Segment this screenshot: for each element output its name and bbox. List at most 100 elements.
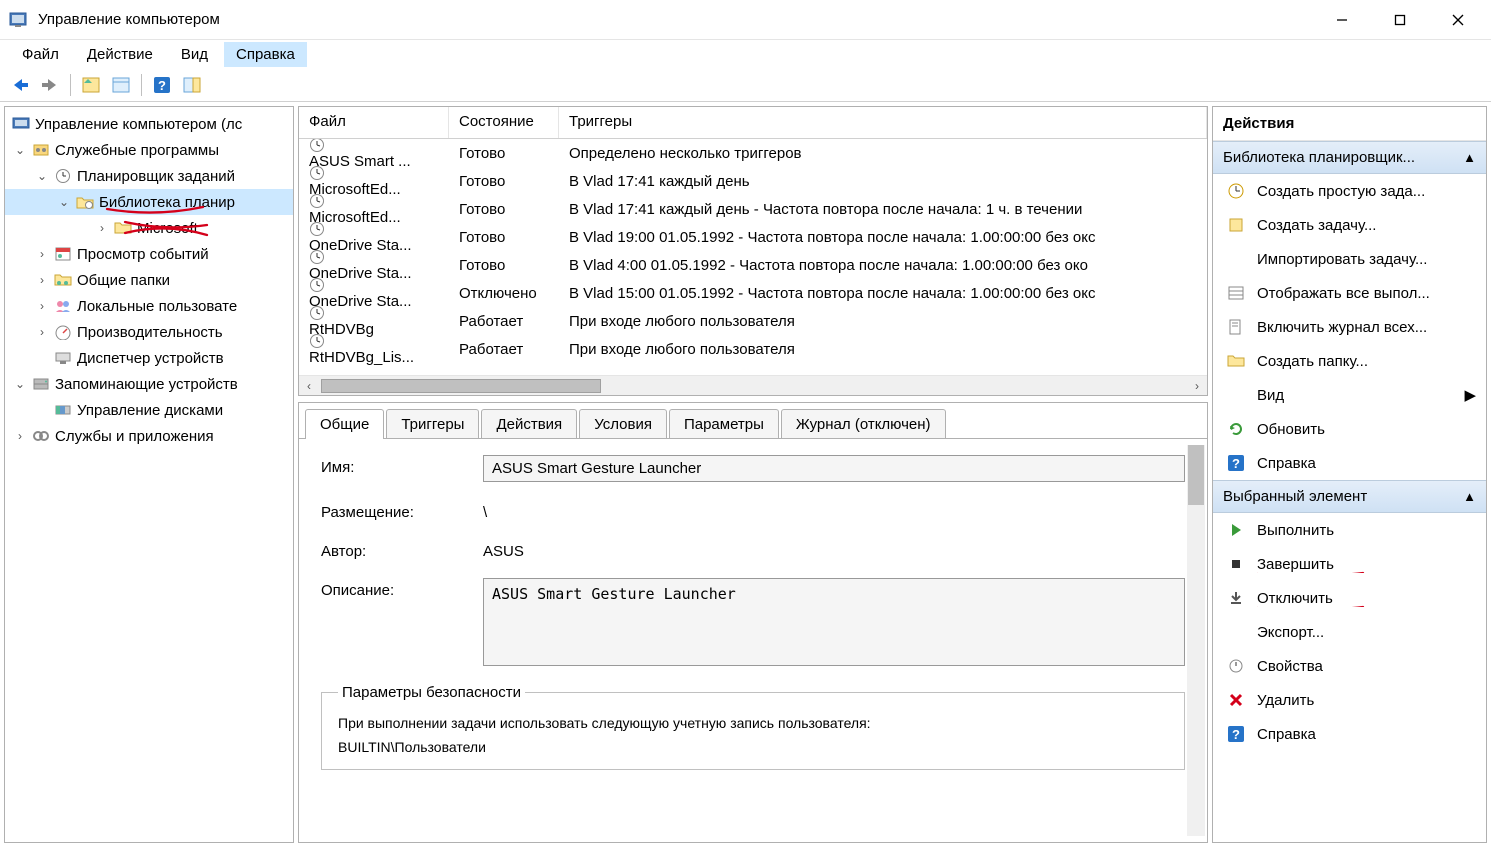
chevron-right-icon[interactable]: › xyxy=(35,299,49,313)
chevron-down-icon[interactable]: ⌄ xyxy=(13,377,27,391)
actions-group-selected[interactable]: Выбранный элемент ▲ xyxy=(1213,480,1486,513)
shared-folder-icon xyxy=(53,271,73,289)
help-button[interactable]: ? xyxy=(148,71,176,99)
action-create-basic-task[interactable]: Создать простую зада... xyxy=(1213,174,1486,208)
action-refresh[interactable]: Обновить xyxy=(1213,412,1486,446)
tab-history[interactable]: Журнал (отключен) xyxy=(781,409,946,439)
menu-view[interactable]: Вид xyxy=(169,42,220,67)
chevron-down-icon[interactable]: ⌄ xyxy=(57,195,71,209)
action-properties[interactable]: Свойства xyxy=(1213,649,1486,683)
task-row[interactable]: RtHDVBgРаботаетПри входе любого пользова… xyxy=(299,307,1207,335)
tree-microsoft[interactable]: ›Microsoft xyxy=(5,215,293,241)
security-legend: Параметры безопасности xyxy=(338,684,525,701)
enable-log-icon xyxy=(1227,318,1245,336)
task-state: Работает xyxy=(449,341,559,358)
actions-group-label: Выбранный элемент xyxy=(1223,488,1367,505)
action-export[interactable]: Экспорт... xyxy=(1213,615,1486,649)
chevron-down-icon[interactable]: ⌄ xyxy=(35,169,49,183)
show-hide-tree-button[interactable] xyxy=(77,71,105,99)
col-state[interactable]: Состояние xyxy=(449,107,559,138)
task-row[interactable]: OneDrive Sta...ГотовоВ Vlad 4:00 01.05.1… xyxy=(299,251,1207,279)
action-new-folder[interactable]: Создать папку... xyxy=(1213,344,1486,378)
task-row[interactable]: ASUS Smart ...ГотовоОпределено несколько… xyxy=(299,139,1207,167)
chevron-right-icon[interactable]: › xyxy=(13,429,27,443)
action-create-task[interactable]: Создать задачу... xyxy=(1213,208,1486,242)
tree-system-tools[interactable]: ⌄Служебные программы xyxy=(5,137,293,163)
tree-task-scheduler[interactable]: ⌄Планировщик заданий xyxy=(5,163,293,189)
chevron-down-icon[interactable]: ⌄ xyxy=(13,143,27,157)
tree-services[interactable]: › Службы и приложения xyxy=(5,423,293,449)
tab-conditions[interactable]: Условия xyxy=(579,409,667,439)
action-label: Удалить xyxy=(1257,692,1476,709)
action-disable[interactable]: Отключить xyxy=(1213,581,1486,615)
chevron-right-icon[interactable]: › xyxy=(95,221,109,235)
name-field[interactable] xyxy=(483,455,1185,482)
tab-general[interactable]: Общие xyxy=(305,409,384,439)
chevron-right-icon[interactable]: › xyxy=(35,273,49,287)
tree-scheduler-library[interactable]: ⌄Библиотека планир xyxy=(5,189,293,215)
task-row[interactable]: MicrosoftEd...ГотовоВ Vlad 17:41 каждый … xyxy=(299,167,1207,195)
task-state: Готово xyxy=(449,257,559,274)
task-list: Файл Состояние Триггеры ASUS Smart ...Го… xyxy=(298,106,1208,396)
detail-panel: Общие Триггеры Действия Условия Параметр… xyxy=(298,402,1208,843)
tab-triggers[interactable]: Триггеры xyxy=(386,409,479,439)
action-delete[interactable]: Удалить xyxy=(1213,683,1486,717)
description-field[interactable] xyxy=(483,578,1185,666)
action-help[interactable]: ?Справка xyxy=(1213,446,1486,480)
chevron-right-icon[interactable]: › xyxy=(35,247,49,261)
action-help[interactable]: ?Справка xyxy=(1213,717,1486,751)
menu-action[interactable]: Действие xyxy=(75,42,165,67)
task-trigger: В Vlad 17:41 каждый день xyxy=(559,173,1129,190)
actions-group-library[interactable]: Библиотека планировщик... ▲ xyxy=(1213,141,1486,174)
back-button[interactable] xyxy=(6,71,34,99)
window-title: Управление компьютером xyxy=(38,11,1313,28)
maximize-button[interactable] xyxy=(1371,2,1429,37)
properties-button[interactable] xyxy=(107,71,135,99)
col-file[interactable]: Файл xyxy=(299,107,449,138)
app-icon xyxy=(8,10,28,30)
help-icon: ? xyxy=(1227,454,1245,472)
action-run[interactable]: Выполнить xyxy=(1213,513,1486,547)
action-display-running[interactable]: Отображать все выпол... xyxy=(1213,276,1486,310)
tree-performance[interactable]: ›Производительность xyxy=(5,319,293,345)
run-icon xyxy=(1227,521,1245,539)
chevron-up-icon: ▲ xyxy=(1463,489,1476,504)
action-view[interactable]: Вид▶ xyxy=(1213,378,1486,412)
tree-local-users[interactable]: ›Локальные пользовате xyxy=(5,293,293,319)
tree-shared-folders[interactable]: ›Общие папки xyxy=(5,267,293,293)
tree-root[interactable]: Управление компьютером (лс xyxy=(5,111,293,137)
action-import-task[interactable]: Импортировать задачу... xyxy=(1213,242,1486,276)
action-end[interactable]: Завершить xyxy=(1213,547,1486,581)
folder-clock-icon xyxy=(75,193,95,211)
action-label: Свойства xyxy=(1257,658,1476,675)
task-state: Готово xyxy=(449,201,559,218)
task-row[interactable]: RtHDVBg_Lis...РаботаетПри входе любого п… xyxy=(299,335,1207,363)
tree-label: Службы и приложения xyxy=(55,428,214,445)
chevron-right-icon[interactable]: › xyxy=(35,325,49,339)
menu-file[interactable]: Файл xyxy=(10,42,71,67)
computer-icon xyxy=(11,115,31,133)
tree-disk-management[interactable]: Управление дисками xyxy=(5,397,293,423)
delete-icon xyxy=(1227,691,1245,709)
task-row[interactable]: OneDrive Sta...ОтключеноВ Vlad 15:00 01.… xyxy=(299,279,1207,307)
toolbar-separator xyxy=(70,74,71,96)
task-row[interactable]: MicrosoftEd...ГотовоВ Vlad 17:41 каждый … xyxy=(299,195,1207,223)
vertical-scrollbar[interactable] xyxy=(1187,445,1205,836)
horizontal-scrollbar[interactable]: ‹ › xyxy=(299,375,1207,395)
tree-storage[interactable]: ⌄Запоминающие устройств xyxy=(5,371,293,397)
action-enable-history[interactable]: Включить журнал всех... xyxy=(1213,310,1486,344)
tab-actions[interactable]: Действия xyxy=(481,409,577,439)
toolbar: ? xyxy=(0,68,1491,102)
menu-help[interactable]: Справка xyxy=(224,42,307,67)
description-label: Описание: xyxy=(321,578,483,599)
close-button[interactable] xyxy=(1429,2,1487,37)
action-label: Создать простую зада... xyxy=(1257,183,1476,200)
minimize-button[interactable] xyxy=(1313,2,1371,37)
tab-settings[interactable]: Параметры xyxy=(669,409,779,439)
task-row[interactable]: OneDrive Sta...ГотовоВ Vlad 19:00 01.05.… xyxy=(299,223,1207,251)
show-actions-button[interactable] xyxy=(178,71,206,99)
forward-button[interactable] xyxy=(36,71,64,99)
tree-event-viewer[interactable]: ›Просмотр событий xyxy=(5,241,293,267)
tree-device-manager[interactable]: Диспетчер устройств xyxy=(5,345,293,371)
col-triggers[interactable]: Триггеры xyxy=(559,107,1207,138)
